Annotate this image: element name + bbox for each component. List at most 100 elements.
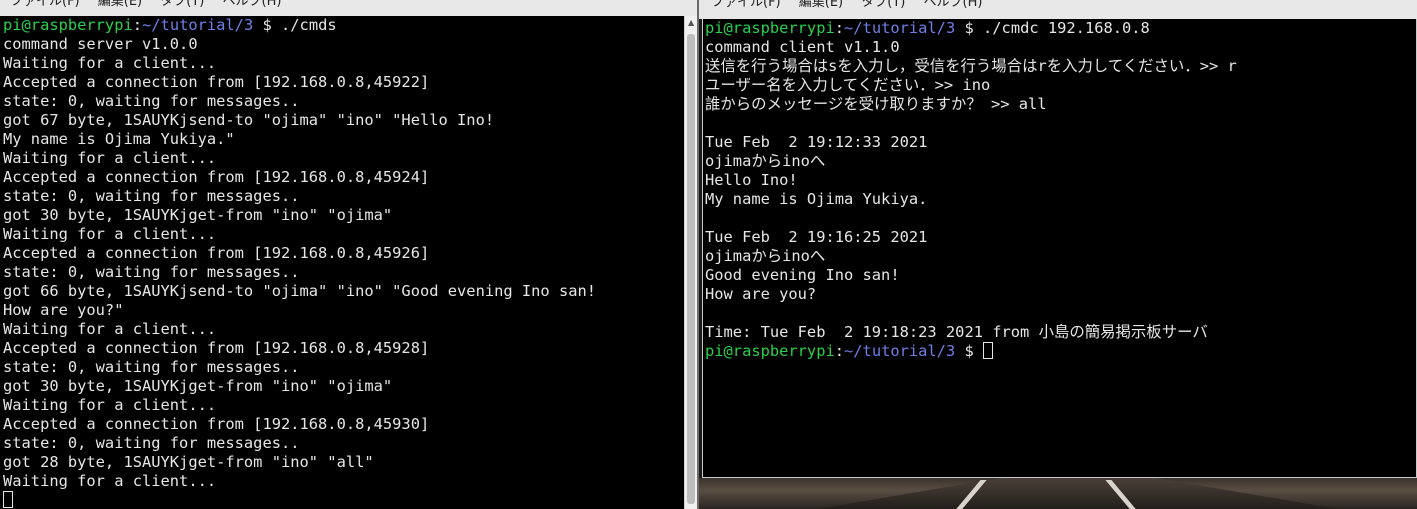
output-text: Waiting for a client... — [3, 320, 217, 338]
output-text: Tue Feb 2 19:16:25 2021 — [705, 228, 928, 246]
terminal-line: got 28 byte, 1SAUYKjget-from "ino" "all" — [3, 453, 684, 472]
output-text: Accepted a connection from [192.168.0.8,… — [3, 168, 430, 186]
terminal-line: Tue Feb 2 19:12:33 2021 — [705, 133, 1416, 152]
prompt-user: pi@raspberrypi — [3, 16, 133, 34]
terminal-line: state: 0, waiting for messages.. — [3, 434, 684, 453]
menu-help[interactable]: ヘルプ(H) — [223, 0, 282, 8]
output-text: state: 0, waiting for messages.. — [3, 358, 300, 376]
terminal-line: pi@raspberrypi:~/tutorial/3 $ — [705, 342, 1416, 361]
text-cursor — [983, 342, 994, 359]
terminal-line: got 30 byte, 1SAUYKjget-from "ino" "ojim… — [3, 206, 684, 225]
menu-help[interactable]: ヘルプ(H) — [924, 0, 983, 9]
terminal-line: Accepted a connection from [192.168.0.8,… — [3, 168, 684, 187]
left-menubar: ファイル(F) 編集(E) タブ(T) ヘルプ(H) — [0, 0, 697, 16]
output-text: command client v1.1.0 — [705, 38, 900, 56]
output-text: 送信を行う場合はsを入力し，受信を行う場合はrを入力してください．>> r — [705, 57, 1237, 75]
terminal-line: Hello Ino! — [705, 171, 1416, 190]
window-divider — [697, 0, 699, 509]
output-text: How are you?" — [3, 301, 124, 319]
output-text: got 30 byte, 1SAUYKjget-from "ino" "ojim… — [3, 206, 393, 224]
prompt-user: pi@raspberrypi — [705, 342, 835, 360]
text-cursor — [3, 491, 13, 508]
terminal-line: got 66 byte, 1SAUYKjsend-to "ojima" "ino… — [3, 282, 684, 301]
output-text: 誰からのメッセージを受け取りますか？ >> all — [705, 95, 1047, 113]
menu-tab[interactable]: タブ(T) — [160, 0, 204, 8]
prompt-user: pi@raspberrypi — [705, 19, 835, 37]
menu-edit[interactable]: 編集(E) — [98, 0, 142, 8]
terminal-line: state: 0, waiting for messages.. — [3, 263, 684, 282]
terminal-line: Waiting for a client... — [3, 472, 684, 491]
output-text: Accepted a connection from [192.168.0.8,… — [3, 339, 430, 357]
terminal-line: How are you? — [705, 285, 1416, 304]
terminal-line: got 67 byte, 1SAUYKjsend-to "ojima" "ino… — [3, 111, 684, 130]
output-text: Tue Feb 2 19:12:33 2021 — [705, 133, 928, 151]
terminal-line: command client v1.1.0 — [705, 38, 1416, 57]
output-text: Waiting for a client... — [3, 472, 217, 490]
output-text: got 66 byte, 1SAUYKjsend-to "ojima" "ino… — [3, 282, 597, 300]
output-text: My name is Ojima Yukiya." — [3, 130, 235, 148]
output-text: Time: Tue Feb 2 19:18:23 2021 from 小島の簡易… — [705, 323, 1208, 341]
output-text: Accepted a connection from [192.168.0.8,… — [3, 73, 430, 91]
output-text: Good evening Ino san! — [705, 266, 900, 284]
server-terminal[interactable]: pi@raspberrypi:~/tutorial/3 $ ./cmds comm… — [0, 16, 684, 509]
terminal-line: ユーザー名を入力してください．>> ino — [705, 76, 1416, 95]
menu-file[interactable]: ファイル(F) — [711, 0, 781, 9]
terminal-line: state: 0, waiting for messages.. — [3, 358, 684, 377]
terminal-line: command server v1.0.0 — [3, 35, 684, 54]
output-text: state: 0, waiting for messages.. — [3, 92, 300, 110]
terminal-line: pi@raspberrypi:~/tutorial/3 $ ./cmds — [3, 16, 684, 35]
output-text: got 28 byte, 1SAUYKjget-from "ino" "all" — [3, 453, 374, 471]
output-text: My name is Ojima Yukiya. — [705, 190, 928, 208]
output-text: Hello Ino! — [705, 171, 798, 189]
terminal-line: My name is Ojima Yukiya." — [3, 130, 684, 149]
terminal-line: Time: Tue Feb 2 19:18:23 2021 from 小島の簡易… — [705, 323, 1416, 342]
terminal-line: Good evening Ino san! — [705, 266, 1416, 285]
terminal-line: Waiting for a client... — [3, 320, 684, 339]
prompt-command: $ ./cmdc 192.168.0.8 — [955, 19, 1150, 37]
output-text: ojimaからinoへ — [705, 247, 826, 265]
menu-file[interactable]: ファイル(F) — [10, 0, 80, 8]
right-menubar: ファイル(F) 編集(E) タブ(T) ヘルプ(H) — [699, 0, 1417, 19]
output-text: Waiting for a client... — [3, 225, 217, 243]
terminal-line: Accepted a connection from [192.168.0.8,… — [3, 244, 684, 263]
terminal-line: Waiting for a client... — [3, 396, 684, 415]
terminal-line: 送信を行う場合はsを入力し，受信を行う場合はrを入力してください．>> r — [705, 57, 1416, 76]
scroll-thumb[interactable] — [687, 34, 695, 504]
output-text: Waiting for a client... — [3, 54, 217, 72]
terminal-line: Accepted a connection from [192.168.0.8,… — [3, 415, 684, 434]
road-image — [818, 478, 1338, 509]
terminal-line: Accepted a connection from [192.168.0.8,… — [3, 73, 684, 92]
terminal-line: How are you?" — [3, 301, 684, 320]
terminal-line: Tue Feb 2 19:16:25 2021 — [705, 228, 1416, 247]
client-terminal[interactable]: pi@raspberrypi:~/tutorial/3 $ ./cmdc 192… — [702, 19, 1417, 478]
left-scrollbar[interactable]: ▲ — [684, 16, 697, 509]
prompt-command: $ — [955, 342, 984, 360]
terminal-line: pi@raspberrypi:~/tutorial/3 $ ./cmdc 192… — [705, 19, 1416, 38]
output-text: How are you? — [705, 285, 817, 303]
output-text: state: 0, waiting for messages.. — [3, 434, 300, 452]
terminal-line: My name is Ojima Yukiya. — [705, 190, 1416, 209]
output-text: state: 0, waiting for messages.. — [3, 187, 300, 205]
output-text: got 30 byte, 1SAUYKjget-from "ino" "ojim… — [3, 377, 393, 395]
terminal-line: Waiting for a client... — [3, 225, 684, 244]
output-text: got 67 byte, 1SAUYKjsend-to "ojima" "ino… — [3, 111, 495, 129]
output-text: state: 0, waiting for messages.. — [3, 263, 300, 281]
output-text: Waiting for a client... — [3, 149, 217, 167]
terminal-line: got 30 byte, 1SAUYKjget-from "ino" "ojim… — [3, 377, 684, 396]
output-text: command server v1.0.0 — [3, 35, 198, 53]
prompt-path: ~/tutorial/3 — [142, 16, 254, 34]
menu-tab[interactable]: タブ(T) — [861, 0, 905, 9]
terminal-line — [3, 491, 684, 509]
output-text: ojimaからinoへ — [705, 152, 826, 170]
terminal-line: ojimaからinoへ — [705, 152, 1416, 171]
scroll-up-arrow-icon[interactable]: ▲ — [688, 18, 694, 27]
prompt-separator: : — [132, 16, 143, 34]
terminal-line: Waiting for a client... — [3, 54, 684, 73]
output-text: Waiting for a client... — [3, 396, 217, 414]
prompt-path: ~/tutorial/3 — [844, 342, 956, 360]
terminal-line: Accepted a connection from [192.168.0.8,… — [3, 339, 684, 358]
output-text: Accepted a connection from [192.168.0.8,… — [3, 244, 430, 262]
menu-edit[interactable]: 編集(E) — [799, 0, 843, 9]
